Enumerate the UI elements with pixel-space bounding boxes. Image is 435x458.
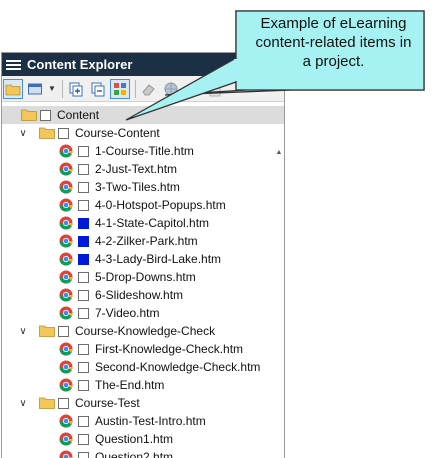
callout-text: Example of eLearning content-related ite… <box>241 14 426 71</box>
callout-pointer <box>125 56 237 121</box>
callout-line: content-related items in <box>255 34 412 51</box>
callout-line: a project. <box>302 53 365 70</box>
callout-line: Example of eLearning <box>260 15 407 32</box>
